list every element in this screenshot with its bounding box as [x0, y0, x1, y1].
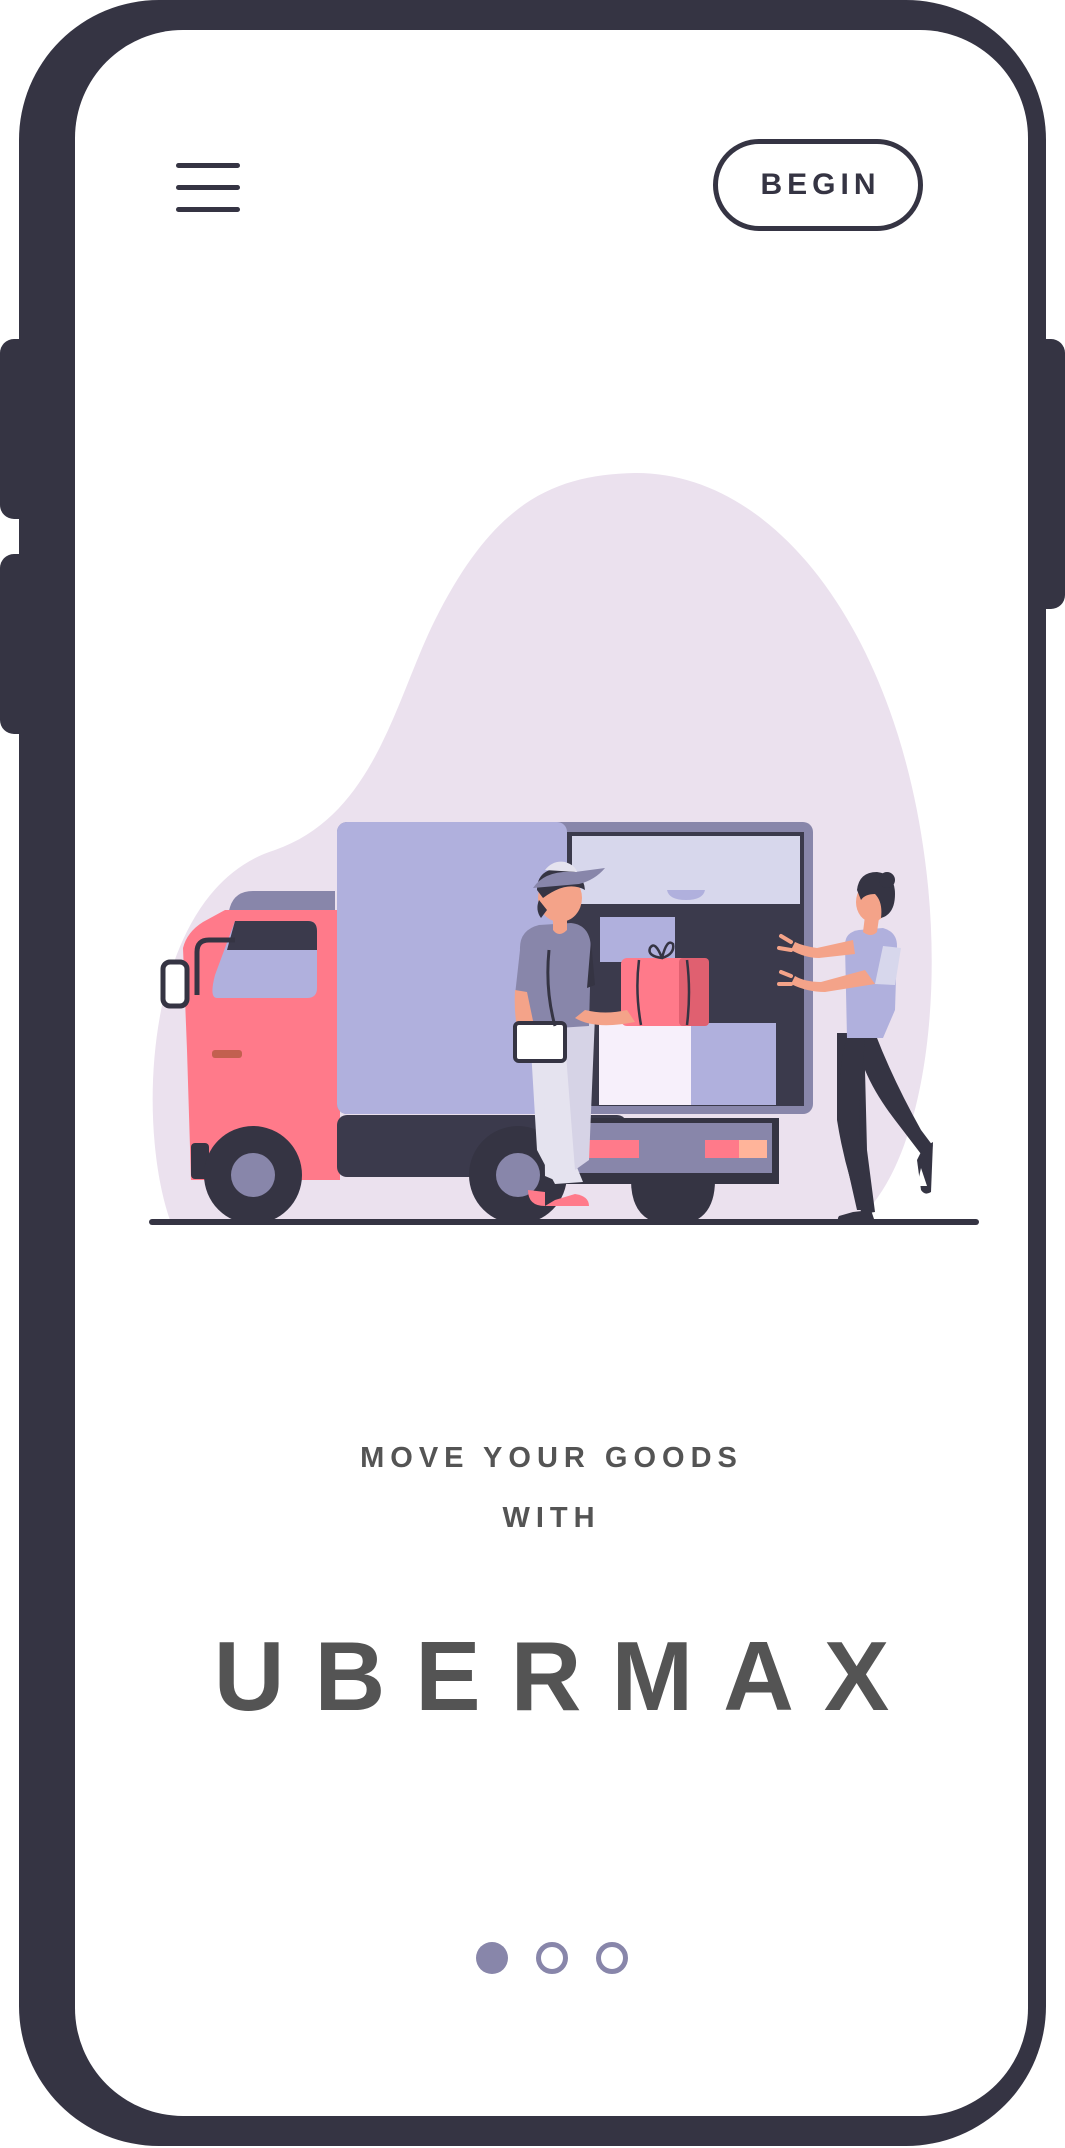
tagline-line-1: MOVE YOUR GOODS — [360, 1442, 743, 1474]
pagination-dot-2[interactable] — [535, 1942, 568, 1974]
truck-wheel-front — [204, 1126, 302, 1224]
begin-button[interactable]: BEGIN — [713, 139, 923, 231]
brand-title: UBERMAX — [213, 1621, 920, 1731]
delivery-truck-illustration — [149, 472, 979, 1225]
pagination-dots — [75, 1942, 1028, 1978]
pagination-dot-3[interactable] — [595, 1942, 628, 1974]
pagination-dot-1[interactable] — [475, 1942, 508, 1974]
phone-screen: BEGIN MOVE YOUR GOODS WITH UBERMAX — [75, 30, 1028, 2116]
phone-frame: BEGIN MOVE YOUR GOODS WITH UBERMAX — [19, 0, 1046, 2146]
tagline-line-2: WITH — [502, 1502, 601, 1534]
hamburger-menu-icon[interactable] — [173, 158, 243, 218]
